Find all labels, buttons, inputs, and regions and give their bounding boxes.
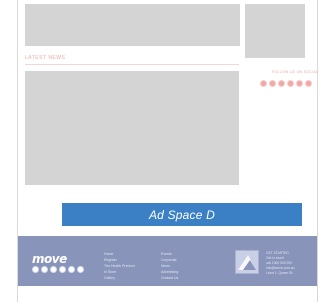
youtube-icon[interactable] [59,266,66,273]
footer-nav-col-2: Events Corporate News Advertising Contac… [161,251,178,281]
banner-image-side[interactable] [245,4,305,58]
facebook-icon[interactable] [260,80,267,87]
latest-news-heading: LATEST NEWS [25,55,66,61]
ad-space-label: Ad Space D [148,207,216,222]
ad-space-banner[interactable]: Ad Space D [62,203,302,226]
footer-link[interactable]: Gallery [104,275,135,281]
footer-contact: GET STARTED Get in touch call 1300 000 0… [266,251,294,276]
instagram-icon[interactable] [50,266,57,273]
twitter-icon[interactable] [41,266,48,273]
instagram-icon[interactable] [278,80,285,87]
facebook-icon[interactable] [32,266,39,273]
footer-link[interactable]: Contact Us [161,275,178,281]
follow-label: FOLLOW US ON SOCIAL [272,70,319,74]
email-icon[interactable] [305,80,312,87]
twitter-icon[interactable] [269,80,276,87]
footer-social-links [32,266,84,273]
linkedin-icon[interactable] [68,266,75,273]
linkedin-icon[interactable] [296,80,303,87]
partner-badge[interactable] [235,250,259,274]
footer-logo[interactable]: move [32,252,67,266]
site-footer: move Home Register The Health Precinct I… [18,236,317,286]
social-links [260,80,312,87]
partner-logo-icon [238,255,256,270]
banner-image-main[interactable] [25,4,240,46]
footer-nav-col-1: Home Register The Health Precinct In Sto… [104,251,135,281]
contact-line: Level 1, Queen St [266,271,293,275]
news-feature-image[interactable] [25,71,239,185]
youtube-icon[interactable] [287,80,294,87]
latest-news-divider [25,64,239,65]
email-icon[interactable] [77,266,84,273]
